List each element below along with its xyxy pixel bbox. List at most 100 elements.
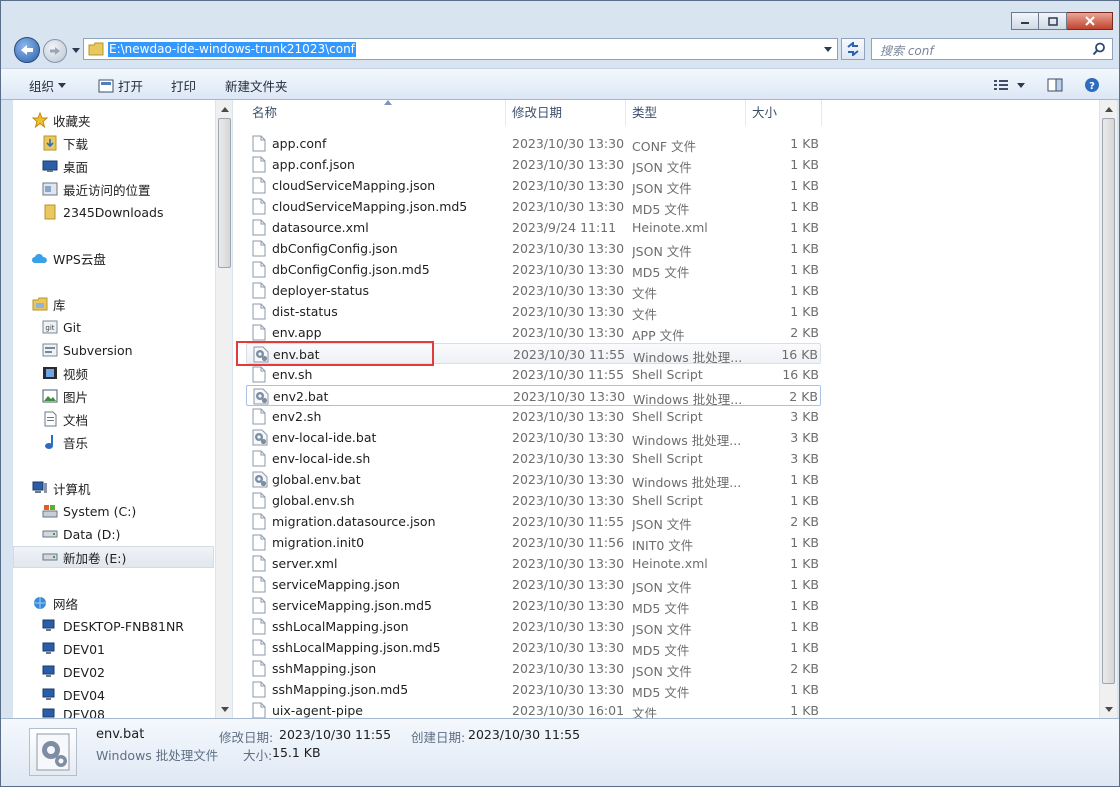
- file-type: JSON 文件: [632, 664, 692, 679]
- file-size: 1 KB: [790, 598, 819, 613]
- nav-drive-c[interactable]: System (C:): [41, 500, 136, 522]
- scroll-down-arrow-icon[interactable]: [1104, 704, 1114, 714]
- file-type: Windows 批处理...: [632, 475, 742, 490]
- file-row[interactable]: cloudServiceMapping.json.md5 2023/10/30 1…: [246, 196, 821, 217]
- file-type: Windows 批处理...: [632, 433, 742, 448]
- back-button[interactable]: [14, 37, 40, 63]
- scroll-up-arrow-icon[interactable]: [220, 104, 230, 114]
- nav-network[interactable]: 网络: [31, 592, 78, 614]
- file-row[interactable]: env-local-ide.sh 2023/10/30 13:30 Shell Sc…: [246, 448, 821, 469]
- minimize-button[interactable]: [1011, 12, 1039, 30]
- nav-network-pc-2[interactable]: DEV01: [41, 638, 105, 660]
- network-computer-icon: [41, 641, 59, 657]
- file-row[interactable]: sshMapping.json 2023/10/30 13:30 JSON 文件 2 …: [246, 658, 821, 679]
- file-row[interactable]: migration.datasource.json 2023/10/30 11:5…: [246, 511, 821, 532]
- file-row[interactable]: app.conf.json 2023/10/30 13:30 JSON 文件 1 KB: [246, 154, 821, 175]
- file-row[interactable]: serviceMapping.json 2023/10/30 13:30 JSON …: [246, 574, 821, 595]
- nav-pictures[interactable]: 图片: [41, 385, 88, 407]
- file-row[interactable]: serviceMapping.json.md5 2023/10/30 13:30 M…: [246, 595, 821, 616]
- nav-wps-cloud[interactable]: WPS云盘: [31, 247, 106, 269]
- recent-pages-dropdown[interactable]: [70, 44, 82, 56]
- file-row[interactable]: migration.init0 2023/10/30 11:56 INIT0 文件 1…: [246, 532, 821, 553]
- file-type: JSON 文件: [632, 244, 692, 259]
- file-row[interactable]: app.conf 2023/10/30 13:30 CONF 文件 1 KB: [246, 133, 821, 154]
- file-date: 2023/10/30 13:30: [512, 178, 625, 193]
- file-name: global.env.sh: [272, 493, 355, 508]
- maximize-button[interactable]: [1039, 12, 1067, 30]
- file-type: MD5 文件: [632, 265, 690, 280]
- file-row[interactable]: deployer-status 2023/10/30 13:30 文件 1 KB: [246, 280, 821, 301]
- file-type: 文件: [632, 286, 658, 301]
- nav-computer[interactable]: 计算机: [31, 477, 91, 499]
- nav-network-pc-4-label: DEV04: [63, 687, 105, 703]
- file-row[interactable]: env.app 2023/10/30 13:30 APP 文件 2 KB: [246, 322, 821, 343]
- refresh-button[interactable]: [841, 38, 865, 60]
- file-date: 2023/10/30 13:30: [512, 262, 625, 277]
- search-input[interactable]: 搜索 conf: [871, 38, 1113, 60]
- nav-music[interactable]: 音乐: [41, 431, 88, 453]
- file-list-scrollbar[interactable]: [1099, 100, 1117, 718]
- nav-scrollbar[interactable]: [215, 100, 232, 718]
- file-row[interactable]: datasource.xml 2023/9/24 11:11 Heinote.xml…: [246, 217, 821, 238]
- scroll-up-arrow-icon[interactable]: [1104, 104, 1114, 114]
- nav-libraries[interactable]: 库: [31, 293, 66, 315]
- file-row[interactable]: dist-status 2023/10/30 13:30 文件 1 KB: [246, 301, 821, 322]
- column-header-type[interactable]: 类型: [626, 100, 746, 126]
- file-row[interactable]: env.sh 2023/10/30 11:55 Shell Script 16 KB: [246, 364, 821, 385]
- file-row[interactable]: cloudServiceMapping.json 2023/10/30 13:30…: [246, 175, 821, 196]
- file-row[interactable]: dbConfigConfig.json.md5 2023/10/30 13:30 M…: [246, 259, 821, 280]
- file-row[interactable]: sshMapping.json.md5 2023/10/30 13:30 MD5 文…: [246, 679, 821, 700]
- address-dropdown[interactable]: [821, 42, 835, 56]
- file-type: MD5 文件: [632, 601, 690, 616]
- file-row[interactable]: dbConfigConfig.json 2023/10/30 13:30 JSON …: [246, 238, 821, 259]
- new-folder-button[interactable]: 新建文件夹: [225, 76, 288, 95]
- file-size: 1 KB: [790, 220, 819, 235]
- nav-network-pc-3[interactable]: DEV02: [41, 661, 105, 683]
- details-file-name: env.bat: [96, 727, 145, 742]
- open-button[interactable]: 打开: [98, 76, 143, 95]
- nav-drive-d[interactable]: Data (D:): [41, 523, 120, 545]
- organize-button[interactable]: 组织: [29, 76, 67, 95]
- file-scroll-thumb[interactable]: [1102, 118, 1115, 684]
- file-row[interactable]: server.xml 2023/10/30 13:30 Heinote.xml 1 K…: [246, 553, 821, 574]
- details-size-value: 15.1 KB: [272, 745, 321, 760]
- file-icon: [252, 576, 268, 593]
- file-row[interactable]: global.env.bat 2023/10/30 13:30 Windows 批处…: [246, 469, 821, 490]
- file-date: 2023/10/30 13:30: [512, 619, 625, 634]
- address-bar[interactable]: E:\newdao-ide-windows-trunk21023\conf: [83, 38, 838, 60]
- help-button[interactable]: ?: [1081, 74, 1103, 96]
- view-details-icon: [994, 80, 1008, 90]
- nav-scroll-thumb[interactable]: [218, 118, 231, 268]
- nav-recent[interactable]: 最近访问的位置: [41, 178, 151, 200]
- file-type: JSON 文件: [632, 517, 692, 532]
- nav-libraries-label: 库: [53, 297, 66, 313]
- file-row[interactable]: env-local-ide.bat 2023/10/30 13:30 Windows…: [246, 427, 821, 448]
- file-row[interactable]: env2.bat 2023/10/30 13:30 Windows 批处理... 2 …: [246, 385, 821, 407]
- nav-drive-e[interactable]: 新加卷 (E:): [13, 546, 214, 568]
- column-header-date[interactable]: 修改日期: [506, 100, 626, 126]
- nav-git[interactable]: git Git: [41, 316, 81, 338]
- nav-network-pc-1[interactable]: DESKTOP-FNB81NR: [41, 615, 184, 637]
- nav-network-pc-4[interactable]: DEV04: [41, 684, 105, 706]
- column-header-name[interactable]: 名称: [246, 100, 506, 126]
- view-options-button[interactable]: [989, 74, 1029, 96]
- nav-desktop[interactable]: 桌面: [41, 155, 88, 177]
- file-row[interactable]: env2.sh 2023/10/30 13:30 Shell Script 3 KB: [246, 406, 821, 427]
- nav-videos[interactable]: 视频: [41, 362, 88, 384]
- nav-downloads[interactable]: 下载: [41, 132, 88, 154]
- nav-2345downloads[interactable]: 2345Downloads: [41, 201, 163, 223]
- file-row[interactable]: global.env.sh 2023/10/30 13:30 Shell Scrip…: [246, 490, 821, 511]
- nav-network-pc-5[interactable]: DEV08: [41, 707, 105, 718]
- print-button[interactable]: 打印: [171, 76, 196, 95]
- file-row[interactable]: sshLocalMapping.json 2023/10/30 13:30 JSON…: [246, 616, 821, 637]
- nav-documents[interactable]: 文档: [41, 408, 88, 430]
- scroll-down-arrow-icon[interactable]: [220, 704, 230, 714]
- nav-subversion[interactable]: Subversion: [41, 339, 133, 361]
- file-row[interactable]: sshLocalMapping.json.md5 2023/10/30 13:30…: [246, 637, 821, 658]
- column-header-size[interactable]: 大小: [746, 100, 822, 126]
- close-button[interactable]: [1067, 12, 1113, 30]
- forward-button[interactable]: [43, 39, 67, 63]
- address-path[interactable]: E:\newdao-ide-windows-trunk21023\conf: [108, 42, 356, 57]
- nav-favorites[interactable]: 收藏夹: [31, 109, 91, 131]
- preview-pane-button[interactable]: [1044, 74, 1066, 96]
